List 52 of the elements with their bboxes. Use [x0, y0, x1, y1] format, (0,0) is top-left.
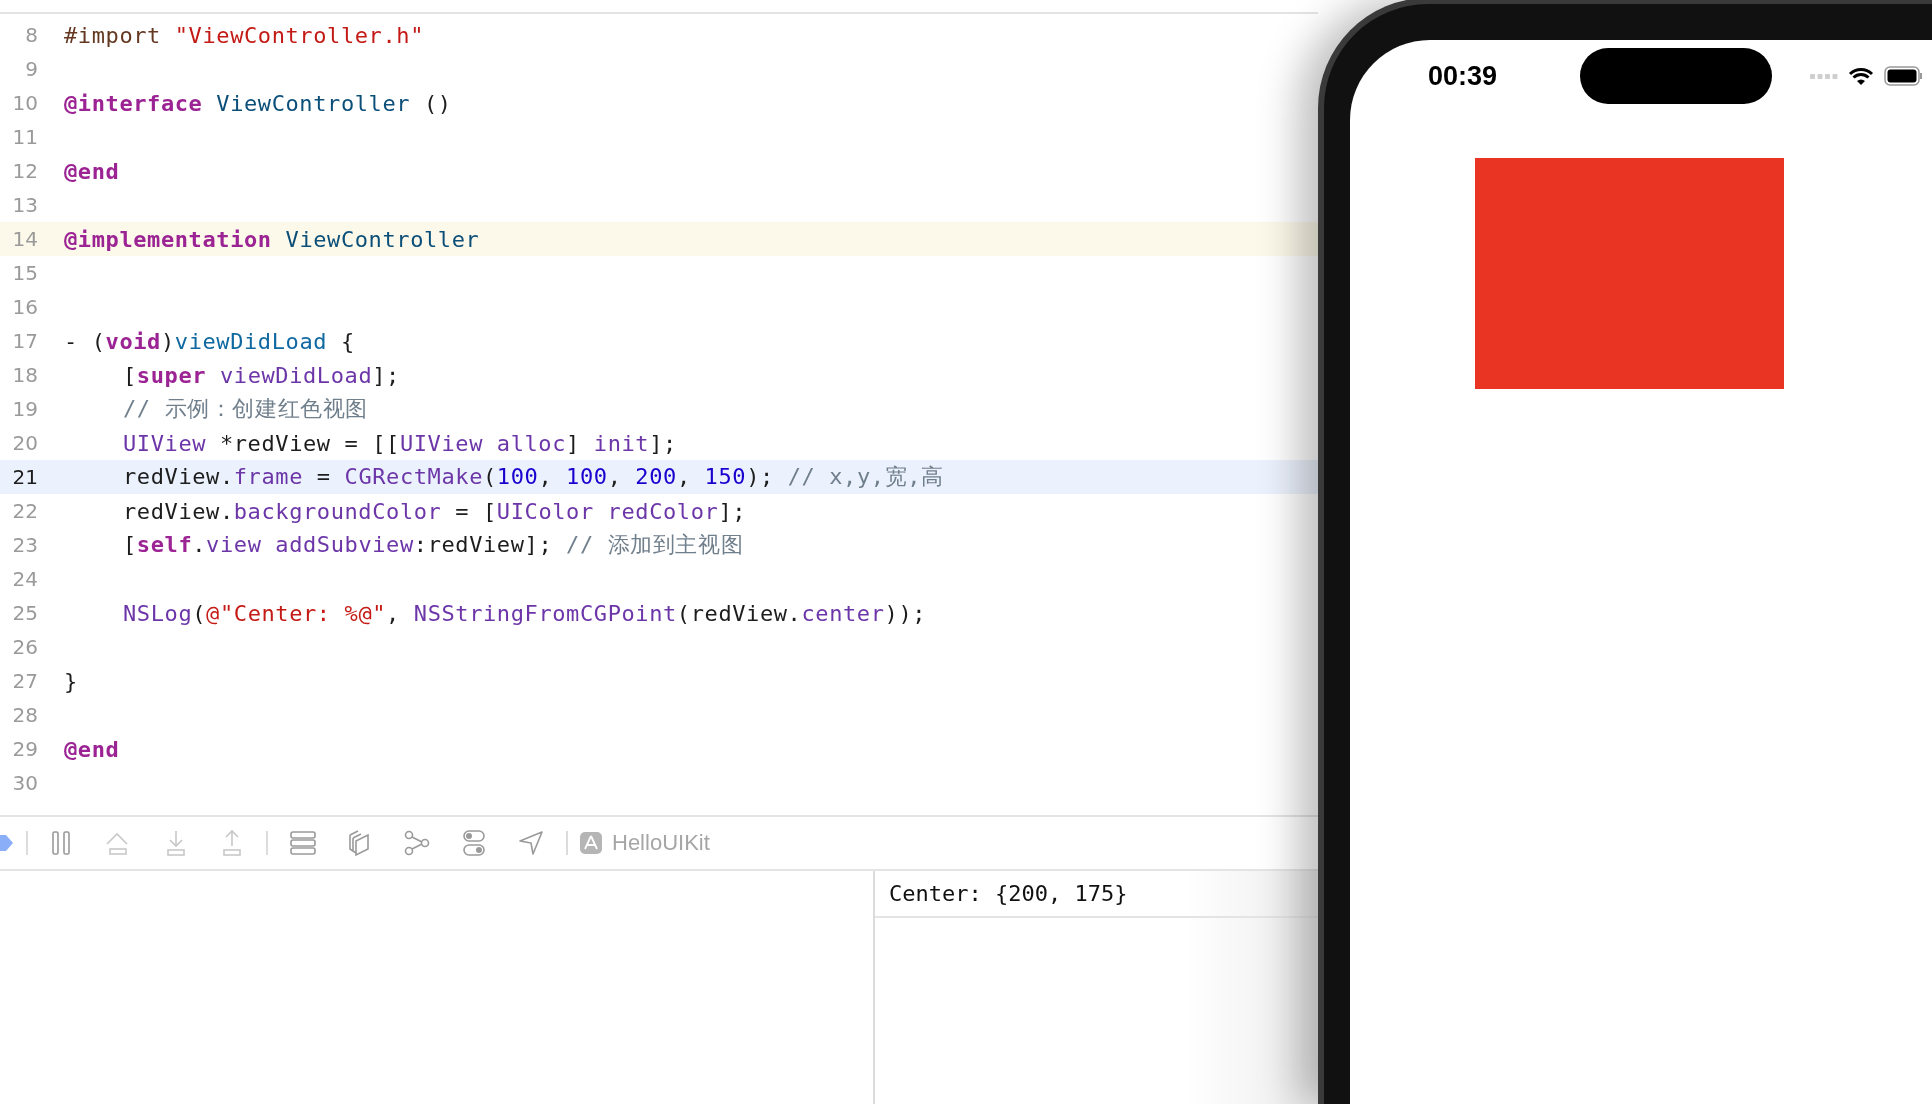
line-number: 21: [11, 465, 38, 489]
code-text: - (void)viewDidLoad {: [64, 328, 355, 354]
line-number: 30: [11, 771, 38, 795]
signal-icon: [1810, 72, 1838, 80]
code-text: redView.frame = CGRectMake(100, 100, 200, 150); // x,y,宽,高: [122, 463, 944, 491]
line-number: 23: [11, 533, 38, 557]
line-number: 12: [11, 159, 38, 183]
line-number: 17: [11, 329, 38, 353]
line-number: 18: [11, 363, 38, 387]
step-out-icon[interactable]: [220, 829, 244, 857]
line-number: 27: [11, 669, 38, 693]
line-number: 24: [11, 567, 38, 591]
code-text: @implementation ViewController: [64, 226, 480, 252]
line-number: 29: [11, 737, 38, 761]
stacked-bars-icon[interactable]: [290, 830, 316, 856]
breakpoint-icon[interactable]: [0, 833, 14, 853]
code-text: NSLog(@"Center: %@", NSStringFromCGPoint(redView.center));: [122, 600, 927, 626]
code-text: // 示例：创建红色视图: [122, 395, 368, 423]
line-number: 25: [11, 601, 38, 625]
step-into-icon[interactable]: [164, 829, 188, 857]
battery-icon: [1884, 65, 1924, 87]
code-text: [super viewDidLoad];: [122, 362, 400, 388]
line-number: 16: [11, 295, 38, 319]
line-number: 26: [11, 635, 38, 659]
code-text: @end: [64, 736, 120, 762]
console-output: Center: {200, 175}: [875, 871, 1318, 918]
line-number: 9: [24, 57, 38, 81]
code-text: }: [64, 668, 78, 694]
line-number: 13: [11, 193, 38, 217]
graph-icon[interactable]: [404, 830, 430, 856]
location-arrow-icon[interactable]: [518, 830, 544, 856]
toggles-icon[interactable]: [462, 829, 486, 857]
code-text: @end: [64, 158, 120, 184]
pause-icon[interactable]: [50, 830, 72, 856]
code-text: [self.view addSubview:redView]; // 添加到主视图: [122, 531, 744, 559]
line-number: 28: [11, 703, 38, 727]
line-number: 14: [11, 227, 38, 251]
code-text: UIView *redView = [[UIView alloc] init];: [122, 430, 677, 456]
line-number: 22: [11, 499, 38, 523]
line-number: 19: [11, 397, 38, 421]
code-text: redView.backgroundColor = [UIColor redColor];: [122, 498, 747, 524]
wifi-icon: [1848, 66, 1874, 86]
line-number: 10: [11, 91, 38, 115]
app-icon: [580, 832, 602, 854]
line-number: 8: [24, 23, 38, 47]
line-number: 20: [11, 431, 38, 455]
status-time: 00:39: [1428, 60, 1499, 92]
line-number: 11: [11, 125, 38, 149]
code-text: @interface ViewController (): [64, 90, 452, 116]
layers-icon[interactable]: [348, 829, 372, 857]
code-text: #import "ViewController.h": [64, 22, 424, 48]
line-number: 15: [11, 261, 38, 285]
